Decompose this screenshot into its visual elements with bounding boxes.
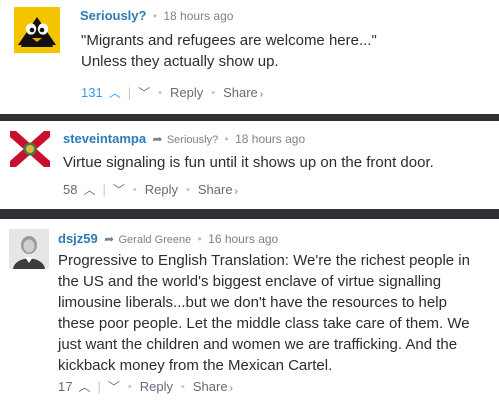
comment-body: Progressive to English Translation: We'r… bbox=[58, 250, 493, 376]
action-separator: • bbox=[181, 380, 185, 393]
chevron-right-icon: › bbox=[259, 89, 264, 100]
comment-line: Virtue signaling is fun until it shows u… bbox=[63, 154, 434, 171]
comment-author[interactable]: dsjz59 bbox=[58, 231, 98, 246]
vote-count: 131 bbox=[81, 85, 103, 100]
upvote-chevron-icon[interactable]: ︿ bbox=[83, 181, 95, 198]
comment-line: the US and the world's biggest enclave o… bbox=[58, 273, 442, 290]
comment-line: just want the children and women we are … bbox=[58, 336, 458, 353]
meta-separator: • bbox=[152, 9, 158, 23]
comment-meta: dsjz59 ➦ Gerald Greene • 16 hours ago bbox=[58, 231, 278, 246]
comment-meta: Seriously? • 18 hours ago bbox=[80, 8, 233, 23]
action-separator: • bbox=[186, 183, 190, 196]
vote-count: 58 bbox=[63, 182, 78, 197]
comment-meta: steveintampa ➦ Seriously? • 18 hours ago bbox=[63, 131, 305, 146]
share-label: Share bbox=[192, 379, 228, 394]
action-separator: • bbox=[211, 86, 216, 99]
share-button[interactable]: Share › bbox=[223, 85, 263, 100]
downvote-chevron-icon[interactable]: ﹀ bbox=[108, 378, 120, 395]
reply-arrow-icon: ➦ bbox=[104, 232, 115, 246]
vote-divider: | bbox=[102, 182, 106, 197]
comment-line: kickback money from the Mexican Cartel. bbox=[58, 357, 333, 374]
reply-button[interactable]: Reply bbox=[145, 182, 178, 197]
chevron-right-icon: › bbox=[229, 383, 233, 394]
meta-separator: • bbox=[224, 132, 229, 146]
reply-arrow-icon: ➦ bbox=[152, 132, 163, 146]
action-separator: • bbox=[158, 86, 162, 99]
meta-separator: • bbox=[197, 232, 202, 246]
share-button[interactable]: Share › bbox=[198, 182, 238, 197]
portrait-avatar-icon[interactable] bbox=[9, 229, 49, 269]
upvote-chevron-icon[interactable]: ︿ bbox=[109, 84, 121, 101]
action-separator: • bbox=[132, 183, 137, 196]
vote-divider: | bbox=[97, 379, 101, 394]
reply-to-author[interactable]: Gerald Greene bbox=[119, 234, 192, 246]
comment-timestamp[interactable]: 16 hours ago bbox=[208, 232, 278, 246]
reply-to-author[interactable]: Seriously? bbox=[167, 134, 218, 146]
florida-flag-icon[interactable] bbox=[10, 131, 50, 167]
comment-body: Virtue signaling is fun until it shows u… bbox=[63, 152, 488, 173]
comment-line: these poor people. Let the middle class … bbox=[58, 315, 470, 332]
chevron-right-icon: › bbox=[234, 186, 238, 197]
reply-button[interactable]: Reply bbox=[140, 379, 173, 394]
vote-count: 17 bbox=[58, 379, 73, 394]
comment-body: "Migrants and refugees are welcome here.… bbox=[81, 30, 481, 72]
comment-timestamp[interactable]: 18 hours ago bbox=[235, 132, 305, 146]
share-label: Share bbox=[197, 182, 233, 197]
action-separator: • bbox=[127, 380, 132, 393]
comment-line: "Migrants and refugees are welcome here.… bbox=[81, 32, 377, 49]
downvote-chevron-icon[interactable]: ﹀ bbox=[138, 84, 150, 101]
penguin-icon[interactable] bbox=[14, 7, 60, 53]
vote-divider: | bbox=[127, 85, 132, 100]
comment-line: Progressive to English Translation: We'r… bbox=[58, 252, 470, 269]
comment-actions: 131 ︿ | ﹀ • Reply • Share › bbox=[81, 84, 263, 101]
comment-author[interactable]: Seriously? bbox=[80, 8, 146, 23]
reply-button[interactable]: Reply bbox=[170, 85, 203, 100]
comment-line: Unless they actually show up. bbox=[81, 53, 279, 70]
comment-line: limousine liberals...but we don't have t… bbox=[58, 294, 447, 311]
upvote-chevron-icon[interactable]: ︿ bbox=[78, 378, 90, 395]
comment-actions: 17 ︿ | ﹀ • Reply • Share › bbox=[58, 378, 233, 395]
share-button[interactable]: Share › bbox=[193, 379, 233, 394]
comment-author[interactable]: steveintampa bbox=[63, 131, 146, 146]
comment-timestamp[interactable]: 18 hours ago bbox=[163, 9, 233, 23]
downvote-chevron-icon[interactable]: ﹀ bbox=[113, 181, 125, 198]
share-label: Share bbox=[223, 85, 258, 100]
comment-actions: 58 ︿ | ﹀ • Reply • Share › bbox=[63, 181, 238, 198]
